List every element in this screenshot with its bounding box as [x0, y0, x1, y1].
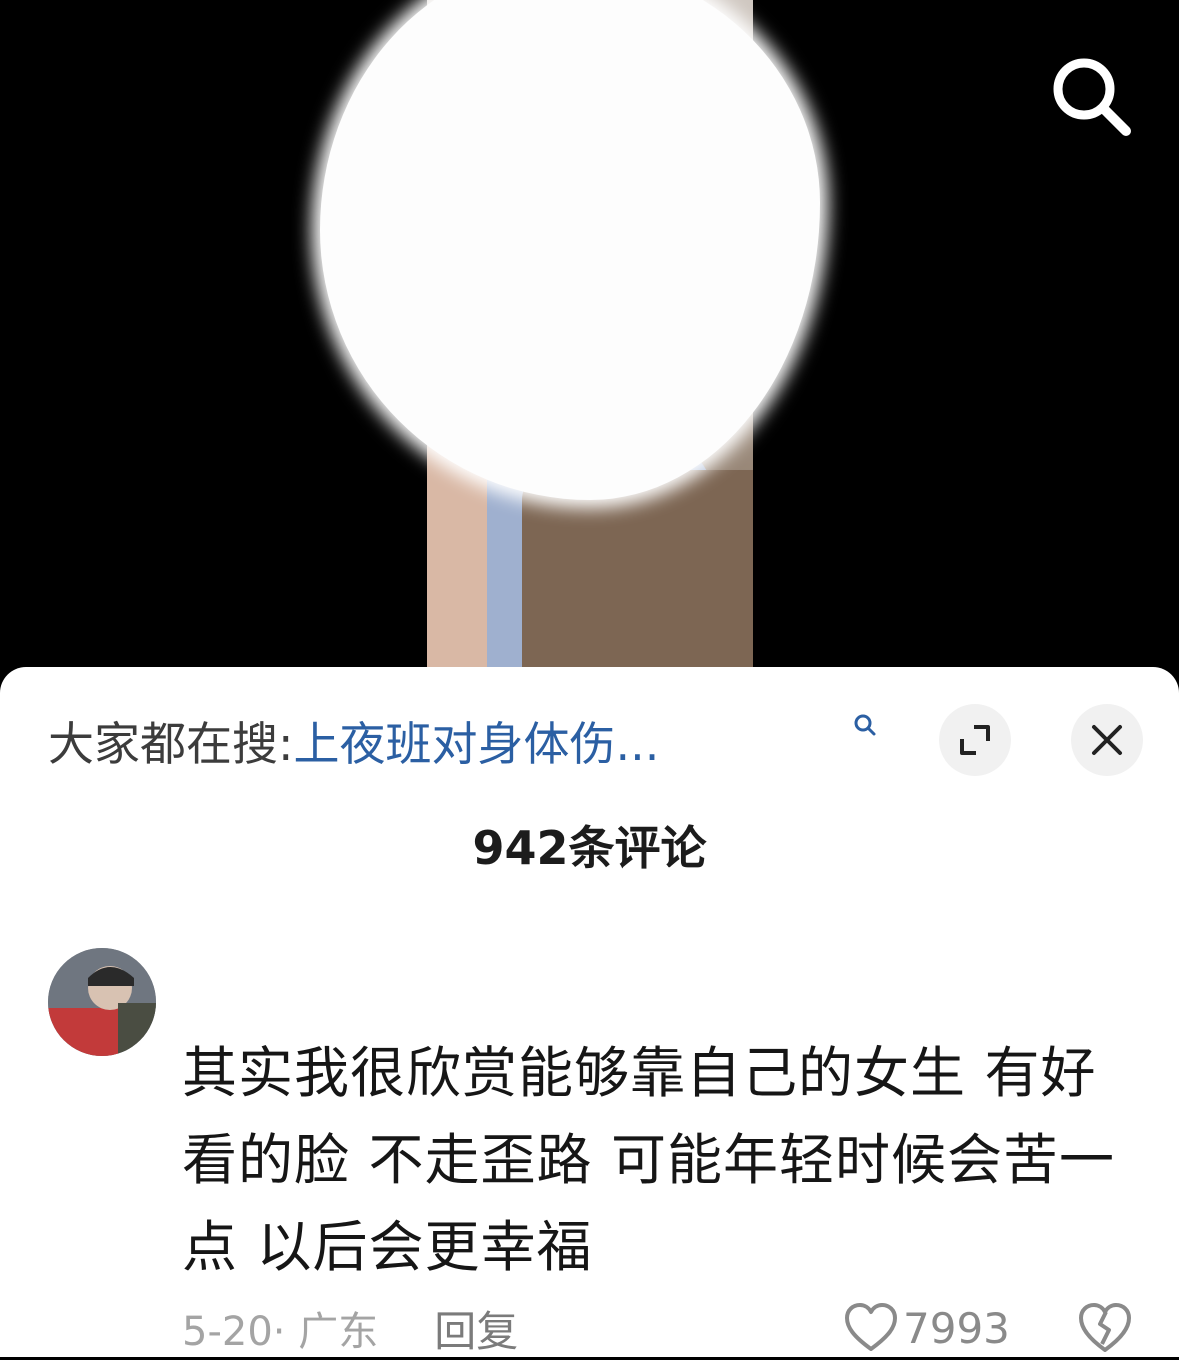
like-count: 7993: [903, 1303, 1010, 1353]
expand-button[interactable]: [939, 704, 1011, 776]
comment-date-location: 5-20· 广东: [182, 1309, 379, 1355]
trending-search-bar[interactable]: 大家都在搜: 上夜班对身体伤...: [48, 706, 888, 776]
expand-icon: [960, 725, 990, 755]
broken-heart-icon: [1079, 1303, 1131, 1352]
avatar[interactable]: [48, 948, 156, 1056]
like-button[interactable]: 7993: [843, 1300, 1010, 1356]
heart-icon: [845, 1303, 897, 1351]
reply-button[interactable]: 回复: [434, 1298, 518, 1359]
comment-meta: 5-20· 广东 回复: [182, 1300, 518, 1356]
comment-count: 942条评论: [472, 821, 707, 875]
search-button[interactable]: [1040, 50, 1131, 140]
video-apron: [522, 470, 753, 700]
comment-text: 其实我很欣赏能够靠自己的女生 有好看的脸 不走歪路 可能年轻时候会苦一点 以后会…: [182, 1041, 1115, 1279]
video-player[interactable]: [0, 0, 1179, 700]
search-icon[interactable]: [852, 712, 878, 738]
avatar-image: [48, 948, 156, 1056]
trending-label: 大家都在搜:: [48, 717, 294, 771]
close-button[interactable]: [1071, 704, 1143, 776]
video-arm: [427, 440, 487, 700]
close-icon: [1092, 725, 1122, 755]
trending-query-link[interactable]: 上夜班对身体伤...: [294, 708, 660, 774]
dislike-button[interactable]: [1076, 1300, 1134, 1356]
search-icon: [1053, 58, 1131, 136]
